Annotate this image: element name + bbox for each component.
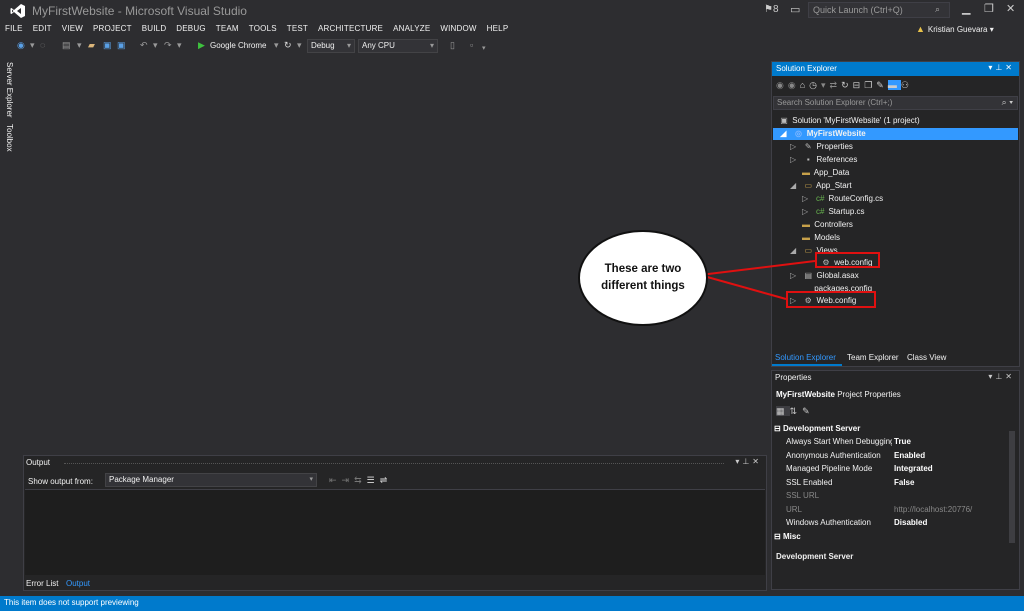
annotation-pointer-lines <box>699 260 816 300</box>
pointer-line-upper <box>699 260 816 276</box>
annotation-callout: These are two different things <box>578 230 708 326</box>
pointer-line-lower <box>699 274 787 300</box>
